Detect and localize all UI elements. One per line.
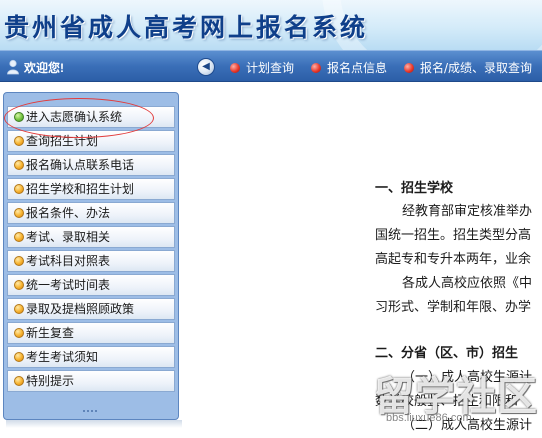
orange-bullet-icon (14, 352, 24, 362)
sidebar-item-exam-admission[interactable]: 考试、录取相关 (7, 226, 175, 248)
section-heading: 一、招生学校 (375, 181, 454, 196)
red-dot-icon (311, 63, 321, 73)
sidebar-item-special-tips[interactable]: 特别提示 (7, 370, 175, 392)
back-arrow-icon[interactable]: ◀ (197, 58, 215, 76)
sidebar-item-conditions[interactable]: 报名条件、办法 (7, 202, 175, 224)
grip-handle-icon[interactable] (82, 409, 98, 413)
main-content: 一、招生学校 经教育部审定核准举办 国统一招生。招生类型分高 高起专和专升本两年… (360, 0, 542, 438)
nav-link-plan-query[interactable]: 计划查询 (230, 59, 294, 76)
orange-bullet-icon (14, 136, 24, 146)
site-title: 贵州省成人高考网上报名系统 (4, 13, 369, 42)
sidebar-item-exam-notice[interactable]: 考生考试须知 (7, 346, 175, 368)
paragraph-line: 习形式、学制和年限、办学 (375, 300, 532, 315)
orange-bullet-icon (14, 376, 24, 386)
orange-bullet-icon (14, 280, 24, 290)
user-icon (7, 59, 19, 75)
sidebar-item-query-plan[interactable]: 查询招生计划 (7, 130, 175, 152)
orange-bullet-icon (14, 208, 24, 218)
sidebar-item-recheck[interactable]: 新生复查 (7, 322, 175, 344)
sidebar-item-admission-policy[interactable]: 录取及提档照顾政策 (7, 298, 175, 320)
sidebar-item-exam-schedule[interactable]: 统一考试时间表 (7, 274, 175, 296)
sidebar-item-schools-plans[interactable]: 招生学校和招生计划 (7, 178, 175, 200)
orange-bullet-icon (14, 184, 24, 194)
paragraph-line: （二）成人高校生源计 (402, 418, 533, 433)
orange-bullet-icon (14, 160, 24, 170)
orange-bullet-icon (14, 232, 24, 242)
orange-bullet-icon (14, 256, 24, 266)
paragraph-line: 各成人高校应依照《中 (402, 276, 533, 291)
sidebar-item-contact-phone[interactable]: 报名确认点联系电话 (7, 154, 175, 176)
sidebar-item-subjects-table[interactable]: 考试科目对照表 (7, 250, 175, 272)
orange-bullet-icon (14, 328, 24, 338)
red-dot-icon (230, 63, 240, 73)
paragraph-line: 国统一招生。招生类型分高 (375, 228, 532, 243)
welcome-text: 欢迎您! (24, 61, 64, 75)
sidebar-shadow (6, 420, 182, 428)
green-bullet-icon (14, 112, 24, 122)
orange-bullet-icon (14, 304, 24, 314)
paragraph-line: 数学校般鉴、招生和限和 (375, 394, 519, 409)
paragraph-line: （一）成人高校生源计 (402, 370, 533, 385)
section-heading: 二、分省（区、市）招生 (375, 346, 519, 361)
sidebar-item-volunteer-confirm[interactable]: 进入志愿确认系统 (7, 106, 175, 128)
paragraph-line: 经教育部审定核准举办 (402, 204, 533, 219)
sidebar-menu: 进入志愿确认系统 查询招生计划 报名确认点联系电话 招生学校和招生计划 报名条件… (3, 92, 179, 420)
paragraph-line: 高起专和专升本两年，业余 (375, 252, 532, 267)
